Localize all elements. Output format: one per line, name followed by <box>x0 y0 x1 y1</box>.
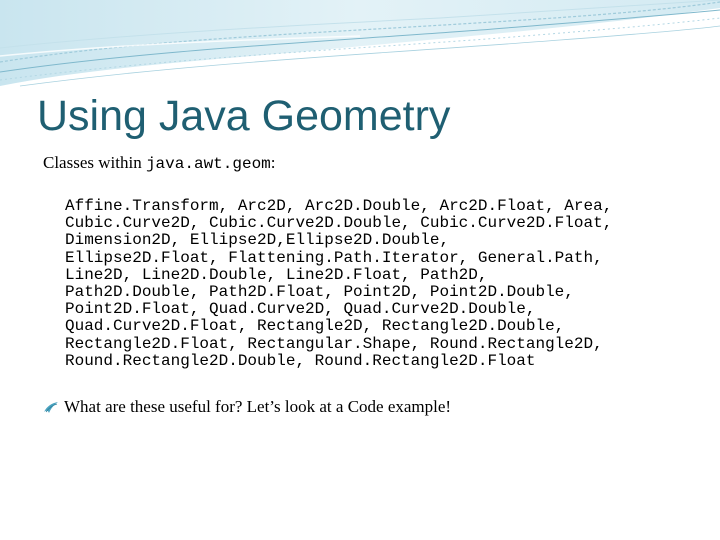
class-list-line: Rectangle2D.Float, Rectangular.Shape, Ro… <box>65 334 603 353</box>
class-list-line: Affine.Transform, Arc2D, Arc2D.Double, A… <box>65 197 613 215</box>
class-list-line: Path2D.Double, Path2D.Float, Point2D, Po… <box>65 282 574 301</box>
slide-title: Using Java Geometry <box>37 92 451 140</box>
class-list: Affine.Transform, Arc2D, Arc2D.Double, A… <box>65 197 613 370</box>
intro-suffix: : <box>270 153 276 172</box>
class-list-line: Quad.Curve2D.Float, Rectangle2D, Rectang… <box>65 317 565 336</box>
class-list-line: Round.Rectangle2D.Double, Round.Rectangl… <box>65 351 536 370</box>
bullet-text: What are these useful for? Let’s look at… <box>64 397 452 416</box>
class-list-line: Point2D.Float, Quad.Curve2D, Quad.Curve2… <box>65 300 536 319</box>
slide: Using Java Geometry Classes within java.… <box>0 0 720 540</box>
bullet-swoosh-icon <box>44 402 58 413</box>
intro-prefix: Classes within <box>43 153 146 172</box>
bullet-item: What are these useful for? Let’s look at… <box>43 396 451 418</box>
class-list-line: Cubic.Curve2D, Cubic.Curve2D.Double, Cub… <box>65 214 613 233</box>
class-list-line: Ellipse2D.Float, Flattening.Path.Iterato… <box>65 248 603 267</box>
header-wave-decoration <box>0 0 720 87</box>
package-name: java.awt.geom <box>145 155 271 173</box>
intro-text: Classes within java.awt.geom: <box>43 152 276 175</box>
class-list-line: Dimension2D, Ellipse2D,Ellipse2D.Double, <box>65 231 450 250</box>
class-list-line: Line2D, Line2D.Double, Line2D.Float, Pat… <box>65 265 488 284</box>
